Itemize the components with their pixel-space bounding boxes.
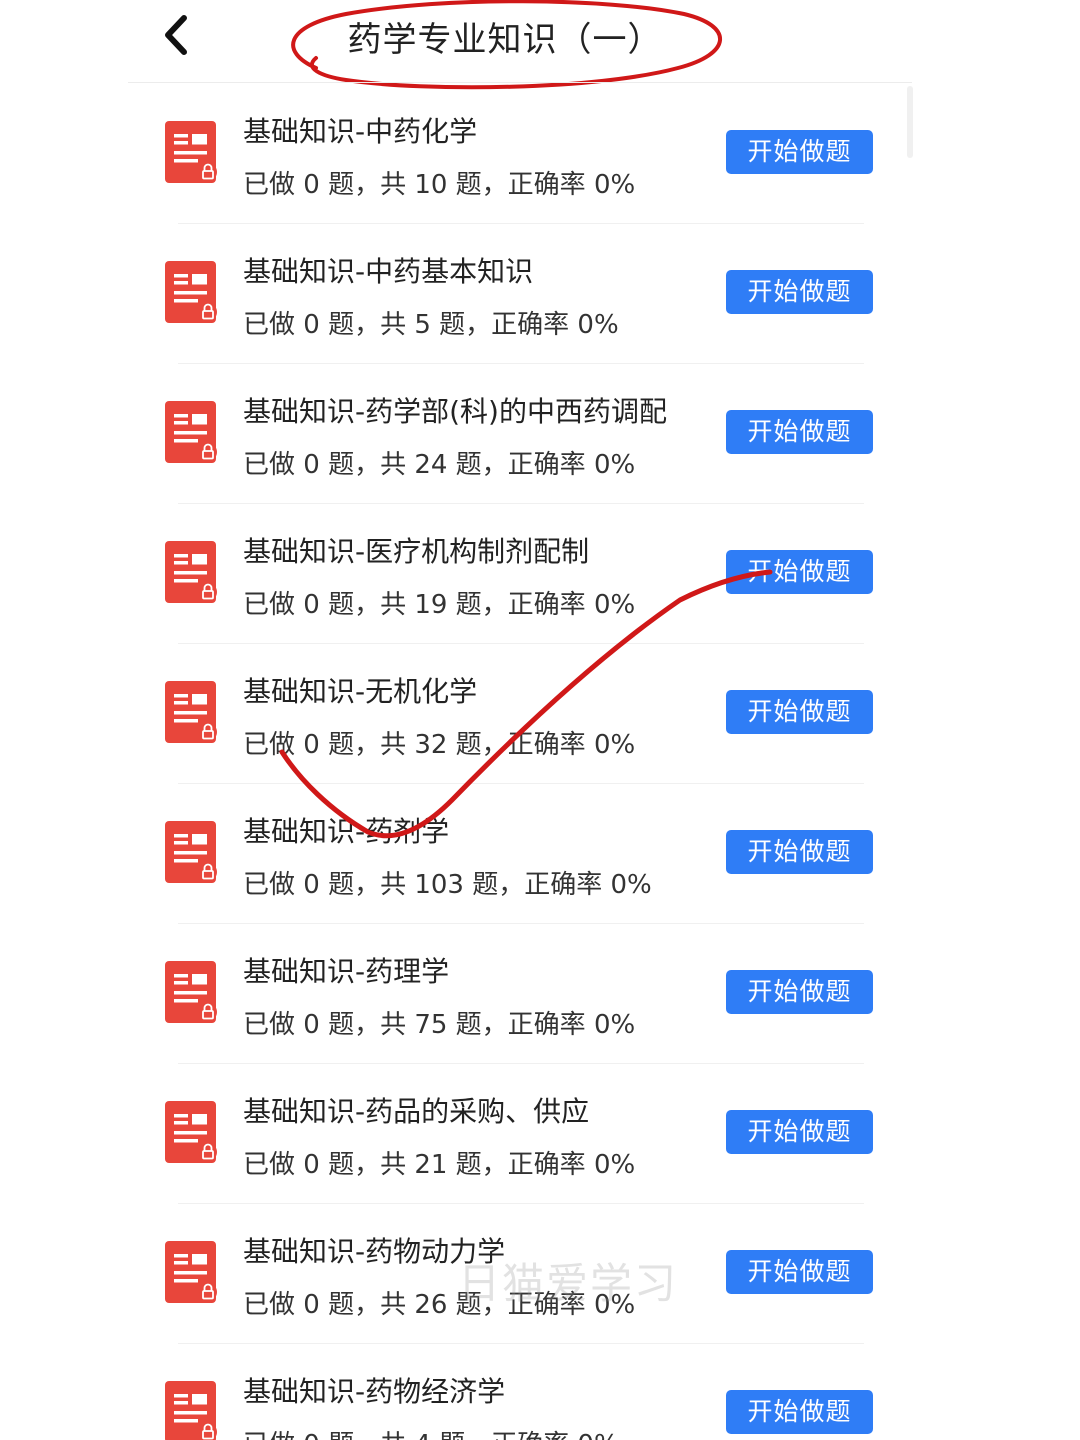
list-item: 基础知识-药品的采购、供应 已做 0 题，共 21 题，正确率 0% 开始做题 (0, 1064, 1080, 1204)
item-title: 基础知识-无机化学 (243, 675, 478, 708)
start-quiz-button[interactable]: 开始做题 (726, 1110, 873, 1154)
item-stats: 已做 0 题，共 5 题，正确率 0% (243, 310, 619, 340)
item-title: 基础知识-药物动力学 (243, 1235, 506, 1268)
header-divider (128, 82, 912, 83)
start-quiz-button[interactable]: 开始做题 (726, 690, 873, 734)
page-title: 药学专业知识（一） (347, 20, 663, 60)
item-title: 基础知识-中药基本知识 (243, 255, 534, 288)
document-lock-icon (165, 261, 217, 323)
document-lock-icon (165, 541, 217, 603)
document-lock-icon (165, 401, 217, 463)
document-lock-icon (165, 821, 217, 883)
start-quiz-button[interactable]: 开始做题 (726, 130, 873, 174)
item-title: 基础知识-药理学 (243, 955, 450, 988)
start-quiz-button[interactable]: 开始做题 (726, 270, 873, 314)
list-item: 基础知识-药学部(科)的中西药调配 已做 0 题，共 24 题，正确率 0% 开… (0, 364, 1080, 504)
item-stats: 已做 0 题，共 75 题，正确率 0% (243, 1010, 636, 1040)
start-quiz-button[interactable]: 开始做题 (726, 550, 873, 594)
start-quiz-button[interactable]: 开始做题 (726, 970, 873, 1014)
item-title: 基础知识-中药化学 (243, 115, 478, 148)
item-title: 基础知识-药物经济学 (243, 1375, 506, 1408)
item-title: 基础知识-药剂学 (243, 815, 450, 848)
item-stats: 已做 0 题，共 19 题，正确率 0% (243, 590, 636, 620)
item-title: 基础知识-药学部(科)的中西药调配 (243, 395, 667, 428)
list-item: 基础知识-药剂学 已做 0 题，共 103 题，正确率 0% 开始做题 (0, 784, 1080, 924)
document-lock-icon (165, 1381, 217, 1440)
item-stats: 已做 0 题，共 24 题，正确率 0% (243, 450, 636, 480)
document-lock-icon (165, 681, 217, 743)
item-stats: 已做 0 题，共 32 题，正确率 0% (243, 730, 636, 760)
start-quiz-button[interactable]: 开始做题 (726, 410, 873, 454)
start-quiz-button[interactable]: 开始做题 (726, 830, 873, 874)
list-item: 基础知识-中药化学 已做 0 题，共 10 题，正确率 0% 开始做题 (0, 84, 1080, 224)
document-lock-icon (165, 121, 217, 183)
top-bar: 药学专业知识（一） (0, 0, 1080, 90)
item-title: 基础知识-药品的采购、供应 (243, 1095, 590, 1128)
start-quiz-button[interactable]: 开始做题 (726, 1250, 873, 1294)
item-stats: 已做 0 题，共 21 题，正确率 0% (243, 1150, 636, 1180)
item-title: 基础知识-医疗机构制剂配制 (243, 535, 590, 568)
item-stats: 已做 0 题，共 4 题，正确率 0% (243, 1424, 619, 1440)
list-item: 基础知识-药物动力学 已做 0 题，共 26 题，正确率 0% 开始做题 (0, 1204, 1080, 1344)
item-stats: 已做 0 题，共 10 题，正确率 0% (243, 170, 636, 200)
list-item: 基础知识-药物经济学 已做 0 题，共 4 题，正确率 0% 开始做题 (0, 1344, 1080, 1440)
document-lock-icon (165, 1241, 217, 1303)
list-item: 基础知识-药理学 已做 0 题，共 75 题，正确率 0% 开始做题 (0, 924, 1080, 1064)
start-quiz-button[interactable]: 开始做题 (726, 1390, 873, 1434)
document-lock-icon (165, 1101, 217, 1163)
item-stats: 已做 0 题，共 26 题，正确率 0% (243, 1290, 636, 1320)
list-item: 基础知识-无机化学 已做 0 题，共 32 题，正确率 0% 开始做题 (0, 644, 1080, 784)
item-stats: 已做 0 题，共 103 题，正确率 0% (243, 870, 652, 900)
document-lock-icon (165, 961, 217, 1023)
list-item: 基础知识-中药基本知识 已做 0 题，共 5 题，正确率 0% 开始做题 (0, 224, 1080, 364)
list-item: 基础知识-医疗机构制剂配制 已做 0 题，共 19 题，正确率 0% 开始做题 (0, 504, 1080, 644)
